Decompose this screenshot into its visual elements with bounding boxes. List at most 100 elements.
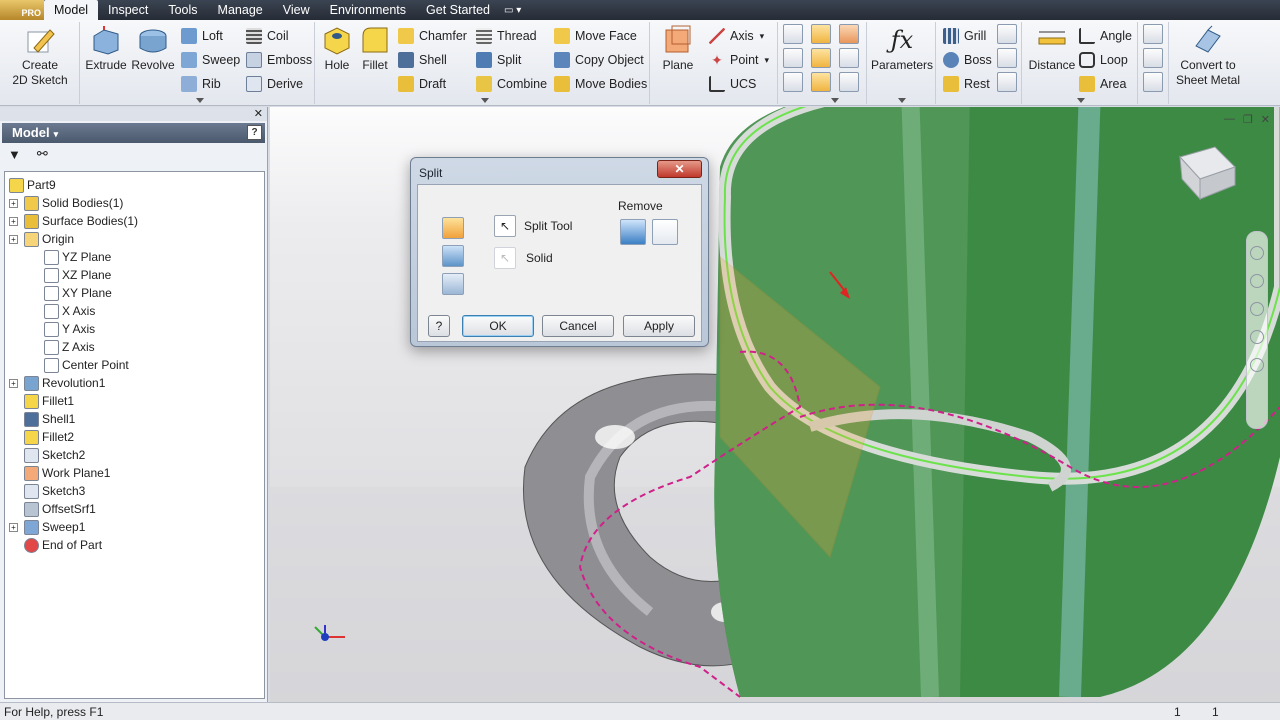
viewport-close-icon[interactable]: ✕ <box>1261 113 1270 126</box>
tree-item[interactable]: Z Axis <box>29 338 95 356</box>
viewport-minimize-icon[interactable]: — <box>1224 113 1235 126</box>
rectangular-pattern-icon[interactable] <box>783 24 803 44</box>
tab-get-started[interactable]: Get Started <box>416 0 500 20</box>
filter-icon[interactable]: ▼ <box>8 147 21 162</box>
split-dialog[interactable]: Split ✕ ↖ Split Tool ↖ Solid Remove ? OK… <box>410 157 709 347</box>
quick-access-dropdown-icon[interactable]: ▭ ▾ <box>504 5 521 16</box>
tree-item[interactable]: Sketch2 <box>9 446 85 464</box>
sweep-button[interactable]: Sweep <box>181 50 240 70</box>
lip-icon[interactable] <box>997 72 1017 92</box>
derive-button[interactable]: Derive <box>246 74 303 94</box>
expand-icon[interactable]: + <box>9 216 18 226</box>
loop-button[interactable]: Loop <box>1079 50 1128 70</box>
dialog-close-button[interactable]: ✕ <box>657 160 702 178</box>
ucs-button[interactable]: UCS <box>709 74 756 94</box>
expand-icon[interactable]: + <box>9 522 18 532</box>
split-button[interactable]: Split <box>476 50 521 70</box>
insert-point-icon[interactable] <box>1143 24 1163 44</box>
steering-wheel-icon[interactable] <box>1250 246 1264 260</box>
revolve-button[interactable]: Revolve <box>131 24 175 73</box>
tree-item[interactable]: Shell1 <box>9 410 75 428</box>
rest-button[interactable]: Rest <box>943 74 990 94</box>
edit-form-icon[interactable] <box>1143 48 1163 68</box>
area-button[interactable]: Area <box>1079 74 1126 94</box>
application-button[interactable]: PRO <box>0 0 44 20</box>
tree-item[interactable]: OffsetSrf1 <box>9 500 96 518</box>
split-solid-mode-icon[interactable] <box>442 273 464 295</box>
tree-item[interactable]: Work Plane1 <box>9 464 110 482</box>
ok-button[interactable]: OK <box>462 315 534 337</box>
mirror-icon[interactable] <box>783 72 803 92</box>
split-face-mode-icon[interactable] <box>442 245 464 267</box>
parameters-button[interactable]: ƒx Parameters <box>870 24 934 73</box>
tree-item[interactable]: + Revolution1 <box>9 374 105 392</box>
tab-inspect[interactable]: Inspect <box>98 0 158 20</box>
draft-button[interactable]: Draft <box>398 74 446 94</box>
zoom-icon[interactable] <box>1250 302 1264 316</box>
tab-tools[interactable]: Tools <box>158 0 207 20</box>
expand-icon[interactable]: + <box>9 234 18 244</box>
fillet-button[interactable]: Fillet <box>358 24 392 73</box>
rule-fillet-icon[interactable] <box>997 24 1017 44</box>
remove-side-one-icon[interactable] <box>620 219 646 245</box>
circular-pattern-icon[interactable] <box>783 48 803 68</box>
coil-button[interactable]: Coil <box>246 26 289 46</box>
move-bodies-button[interactable]: Move Bodies <box>554 74 647 94</box>
orbit-icon[interactable] <box>1250 330 1264 344</box>
pan-hand-icon[interactable] <box>1250 274 1264 288</box>
split-tool-selector[interactable]: ↖ <box>494 215 516 237</box>
solid-selector[interactable]: ↖ <box>494 247 516 269</box>
browser-header[interactable]: Model ▾ ? <box>2 123 265 143</box>
remove-side-two-icon[interactable] <box>652 219 678 245</box>
tab-model[interactable]: Model <box>44 0 99 20</box>
grill-button[interactable]: Grill <box>943 26 986 46</box>
measure-group-expand-icon[interactable] <box>1077 98 1085 103</box>
hole-button[interactable]: Hole <box>320 24 354 73</box>
plane-button[interactable]: Plane <box>657 24 699 73</box>
face-draft-icon[interactable] <box>811 24 831 44</box>
loft-button[interactable]: Loft <box>181 26 223 46</box>
trim-icon[interactable] <box>839 48 859 68</box>
expand-icon[interactable]: + <box>9 198 18 208</box>
tree-item[interactable]: YZ Plane <box>29 248 111 266</box>
expand-icon[interactable]: + <box>9 378 18 388</box>
look-at-icon[interactable] <box>1250 358 1264 372</box>
find-binoculars-icon[interactable]: ⚯ <box>37 146 48 162</box>
manage-group-expand-icon[interactable] <box>898 98 906 103</box>
browser-help-icon[interactable]: ? <box>247 125 262 140</box>
tree-item[interactable]: + Solid Bodies(1) <box>9 194 123 212</box>
split-part-mode-icon[interactable] <box>442 217 464 239</box>
tab-manage[interactable]: Manage <box>208 0 273 20</box>
apply-button[interactable]: Apply <box>623 315 695 337</box>
shell-button[interactable]: Shell <box>398 50 447 70</box>
browser-close-icon[interactable]: ✕ <box>254 107 263 120</box>
rib-button[interactable]: Rib <box>181 74 221 94</box>
create-group-expand-icon[interactable] <box>196 98 204 103</box>
tree-item[interactable]: Part9 <box>9 176 56 194</box>
angle-button[interactable]: Angle <box>1079 26 1132 46</box>
tree-item[interactable]: + Sweep1 <box>9 518 85 536</box>
tree-item[interactable]: XY Plane <box>29 284 112 302</box>
tab-environments[interactable]: Environments <box>320 0 416 20</box>
distance-button[interactable]: Distance <box>1025 24 1079 73</box>
extrude-button[interactable]: Extrude <box>85 24 127 73</box>
boss-button[interactable]: Boss <box>943 50 992 70</box>
thread-button[interactable]: Thread <box>476 26 537 46</box>
tree-item[interactable]: X Axis <box>29 302 95 320</box>
emboss-button[interactable]: Emboss <box>246 50 312 70</box>
chamfer-button[interactable]: Chamfer <box>398 26 467 46</box>
create-2d-sketch-button[interactable]: Create 2D Sketch <box>8 24 72 88</box>
tree-item[interactable]: Center Point <box>29 356 129 374</box>
snap-icon[interactable] <box>1143 72 1163 92</box>
viewport-restore-icon[interactable]: ❐ <box>1243 113 1253 126</box>
surface-group-expand-icon[interactable] <box>831 98 839 103</box>
tree-item[interactable]: Fillet1 <box>9 392 74 410</box>
stitch-icon[interactable] <box>839 24 859 44</box>
convert-to-sheet-metal-button[interactable]: Convert to Sheet Metal <box>1172 24 1244 88</box>
combine-button[interactable]: Combine <box>476 74 547 94</box>
tree-item[interactable]: End of Part <box>9 536 102 554</box>
dialog-help-button[interactable]: ? <box>428 315 450 337</box>
tree-item[interactable]: + Surface Bodies(1) <box>9 212 138 230</box>
copy-object-button[interactable]: Copy Object <box>554 50 644 70</box>
tree-item[interactable]: Sketch3 <box>9 482 85 500</box>
